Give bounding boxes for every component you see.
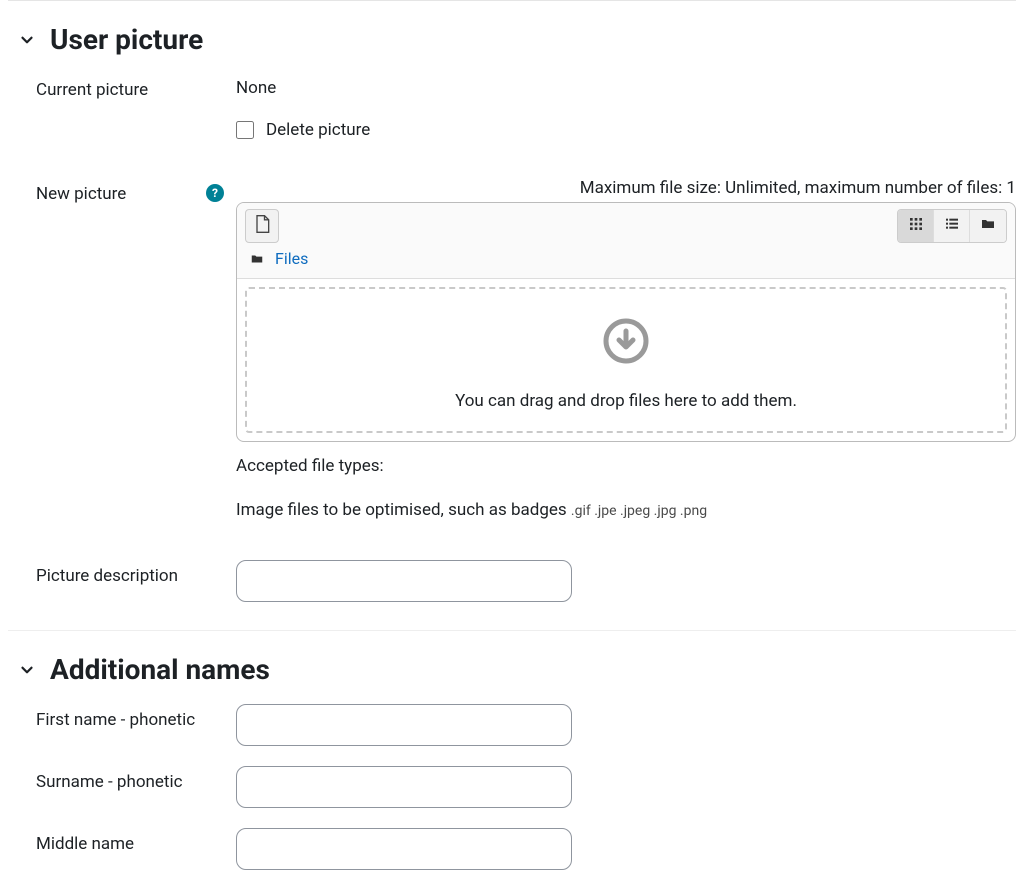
value-current-picture: None	[236, 74, 1016, 98]
view-tree-button[interactable]	[970, 210, 1006, 242]
picture-description-input[interactable]	[236, 560, 572, 602]
download-arrow-icon	[602, 317, 650, 369]
label-first-name-phonetic: First name - phonetic	[8, 704, 236, 746]
delete-picture-checkbox[interactable]	[236, 121, 254, 139]
delete-picture-row[interactable]: Delete picture	[236, 120, 1016, 140]
folder-mini-icon	[249, 252, 265, 266]
folder-icon	[980, 216, 996, 236]
section-title-additional-names: Additional names	[50, 653, 270, 686]
delete-picture-label: Delete picture	[266, 120, 370, 140]
accepted-types-label: Accepted file types:	[236, 456, 1016, 476]
chevron-down-icon	[18, 31, 36, 49]
file-icon	[252, 214, 272, 238]
section-title-user-picture: User picture	[50, 23, 203, 56]
add-file-button[interactable]	[245, 209, 279, 243]
label-surname-phonetic: Surname - phonetic	[8, 766, 236, 808]
grid-icon	[908, 216, 924, 236]
label-new-picture: New picture	[36, 184, 126, 204]
view-list-button[interactable]	[934, 210, 970, 242]
files-path-link[interactable]: Files	[275, 249, 308, 268]
help-icon[interactable]: ?	[206, 184, 224, 202]
label-picture-description: Picture description	[8, 560, 236, 602]
first-name-phonetic-input[interactable]	[236, 704, 572, 746]
middle-name-input[interactable]	[236, 828, 572, 870]
section-header-user-picture[interactable]: User picture	[8, 1, 1016, 64]
label-middle-name: Middle name	[8, 828, 236, 870]
surname-phonetic-input[interactable]	[236, 766, 572, 808]
label-current-picture: Current picture	[8, 74, 236, 100]
section-header-additional-names[interactable]: Additional names	[8, 631, 1016, 694]
list-icon	[944, 216, 960, 236]
dropzone-text: You can drag and drop files here to add …	[455, 391, 797, 411]
accepted-types-desc: Image files to be optimised, such as bad…	[236, 500, 1016, 520]
view-grid-button[interactable]	[898, 210, 934, 242]
file-max-hint: Maximum file size: Unlimited, maximum nu…	[236, 178, 1016, 198]
chevron-down-icon	[18, 661, 36, 679]
file-dropzone[interactable]: You can drag and drop files here to add …	[245, 287, 1007, 433]
file-picker: Files You can drag and drop files here t…	[236, 202, 1016, 442]
